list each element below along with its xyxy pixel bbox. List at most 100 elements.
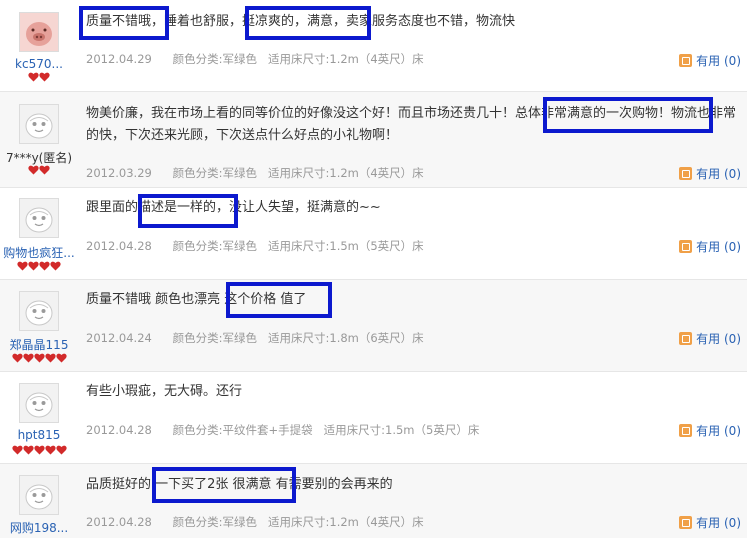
useful-button[interactable]: 有用 (0) bbox=[679, 238, 741, 255]
default-avatar[interactable] bbox=[19, 198, 59, 238]
review-text: 质量不错哦，睡着也舒服，挺凉爽的，满意，卖家服务态度也不错，物流快 bbox=[86, 14, 516, 29]
heart-icon bbox=[55, 353, 67, 363]
color-label: 颜色分类: bbox=[172, 331, 223, 345]
review-date: 2012.04.29 bbox=[86, 52, 152, 66]
review-meta: 2012.04.28 颜色分类:军绿色 适用床尺寸:1.5m（5英尺）床 bbox=[86, 238, 424, 254]
username[interactable]: 郑晶晶115 bbox=[0, 336, 78, 353]
useful-count: (0) bbox=[724, 54, 741, 68]
review-meta: 2012.04.29 颜色分类:军绿色 适用床尺寸:1.2m（4英尺）床 bbox=[86, 51, 424, 67]
size-label: 适用床尺寸: bbox=[268, 515, 330, 529]
review-text: 品质挺好的 一下买了2张 很满意 有需要别的会再来的 bbox=[86, 477, 393, 492]
reviewer: 7***y(匿名) bbox=[0, 92, 78, 188]
review-text: 质量不错哦 颜色也漂亮 这个价格 值了 bbox=[86, 292, 307, 307]
review-item: 7***y(匿名) 物美价廉，我在市场上看的同等价位的好像没这个好！而且市场还贵… bbox=[0, 92, 747, 188]
review-date: 2012.04.28 bbox=[86, 239, 152, 253]
heart-icon bbox=[22, 445, 34, 455]
useful-count: (0) bbox=[724, 240, 741, 254]
heart-icon bbox=[28, 261, 39, 271]
default-avatar[interactable] bbox=[19, 104, 59, 144]
useful-label: 有用 bbox=[696, 167, 721, 181]
useful-label: 有用 bbox=[696, 332, 721, 346]
heart-icon bbox=[28, 165, 39, 175]
color-label: 颜色分类: bbox=[172, 423, 223, 437]
reviewer: 网购198... bbox=[0, 464, 78, 538]
pig-avatar[interactable] bbox=[19, 12, 59, 52]
heart-icon bbox=[39, 261, 50, 271]
heart-icon bbox=[33, 353, 45, 363]
heart-icon bbox=[28, 72, 39, 82]
heart-icon bbox=[33, 445, 45, 455]
review-date: 2012.04.28 bbox=[86, 423, 152, 437]
color-label: 颜色分类: bbox=[172, 166, 223, 180]
review-meta: 2012.04.24 颜色分类:军绿色 适用床尺寸:1.8m（6英尺）床 bbox=[86, 330, 424, 346]
size-label: 适用床尺寸: bbox=[323, 423, 386, 437]
heart-icon bbox=[22, 353, 34, 363]
useful-button[interactable]: 有用 (0) bbox=[679, 165, 741, 182]
review-list: kc570... 质量不错哦，睡着也舒服，挺凉爽的，满意，卖家服务态度也不错，物… bbox=[0, 0, 747, 538]
useful-button[interactable]: 有用 (0) bbox=[679, 422, 741, 439]
heart-icon bbox=[44, 353, 56, 363]
useful-label: 有用 bbox=[696, 54, 721, 68]
review-text: 物美价廉，我在市场上看的同等价位的好像没这个好！而且市场还贵几十！总体非常满意的… bbox=[86, 106, 737, 143]
thumbs-up-icon bbox=[679, 424, 693, 437]
thumbs-up-icon bbox=[679, 332, 693, 345]
rating-hearts bbox=[0, 445, 78, 455]
size-label: 适用床尺寸: bbox=[268, 52, 330, 66]
color-label: 颜色分类: bbox=[172, 52, 223, 66]
heart-icon bbox=[11, 353, 23, 363]
heart-icon bbox=[17, 261, 28, 271]
review-meta: 2012.04.28 颜色分类:平纹件套+手提袋 适用床尺寸:1.5m（5英尺）… bbox=[86, 422, 479, 438]
default-avatar[interactable] bbox=[19, 475, 59, 515]
rating-hearts bbox=[0, 165, 78, 175]
review-date: 2012.04.28 bbox=[86, 515, 152, 529]
color-value: 军绿色 bbox=[222, 166, 258, 180]
review-date: 2012.04.24 bbox=[86, 331, 152, 345]
rating-hearts bbox=[0, 72, 78, 82]
color-value: 军绿色 bbox=[222, 331, 258, 345]
review-item: 购物也疯狂... 跟里面的描述是一样的，没让人失望，挺满意的~~ 2012.04… bbox=[0, 188, 747, 280]
review-meta: 2012.04.28 颜色分类:军绿色 适用床尺寸:1.2m（4英尺）床 bbox=[86, 514, 424, 530]
thumbs-up-icon bbox=[679, 516, 693, 529]
default-avatar[interactable] bbox=[19, 383, 59, 423]
size-value: 1.2m（4英尺）床 bbox=[329, 515, 424, 529]
useful-button[interactable]: 有用 (0) bbox=[679, 52, 741, 69]
color-value: 军绿色 bbox=[222, 515, 258, 529]
default-avatar[interactable] bbox=[19, 291, 59, 331]
color-value: 军绿色 bbox=[222, 52, 258, 66]
color-value: 军绿色 bbox=[222, 239, 258, 253]
review-item: 网购198... 品质挺好的 一下买了2张 很满意 有需要别的会再来的 2012… bbox=[0, 464, 747, 538]
username[interactable]: kc570... bbox=[0, 57, 78, 71]
heart-icon bbox=[44, 445, 56, 455]
reviewer: 郑晶晶115 bbox=[0, 280, 78, 372]
size-label: 适用床尺寸: bbox=[268, 239, 330, 253]
review-item: kc570... 质量不错哦，睡着也舒服，挺凉爽的，满意，卖家服务态度也不错，物… bbox=[0, 0, 747, 92]
useful-button[interactable]: 有用 (0) bbox=[679, 330, 741, 347]
thumbs-up-icon bbox=[679, 240, 693, 253]
heart-icon bbox=[39, 165, 50, 175]
reviewer: 购物也疯狂... bbox=[0, 188, 78, 280]
review-item: hpt815 有些小瑕疵，无大碍。还行 2012.04.28 颜色分类:平纹件套… bbox=[0, 372, 747, 464]
username[interactable]: 购物也疯狂... bbox=[0, 244, 78, 261]
heart-icon bbox=[50, 261, 61, 271]
review-meta: 2012.03.29 颜色分类:军绿色 适用床尺寸:1.2m（4英尺）床 bbox=[86, 165, 424, 181]
heart-icon bbox=[39, 72, 50, 82]
color-label: 颜色分类: bbox=[172, 515, 223, 529]
size-value: 1.5m（5英尺）床 bbox=[329, 239, 424, 253]
heart-icon bbox=[55, 445, 67, 455]
review-text: 有些小瑕疵，无大碍。还行 bbox=[86, 384, 243, 399]
rating-hearts bbox=[0, 261, 78, 271]
size-value: 1.2m（4英尺）床 bbox=[329, 166, 424, 180]
thumbs-up-icon bbox=[679, 54, 693, 67]
heart-icon bbox=[11, 445, 23, 455]
username[interactable]: hpt815 bbox=[0, 428, 78, 442]
size-value: 1.8m（6英尺）床 bbox=[329, 331, 424, 345]
size-value: 1.5m（5英尺）床 bbox=[385, 423, 480, 437]
size-label: 适用床尺寸: bbox=[268, 331, 330, 345]
useful-label: 有用 bbox=[696, 516, 721, 530]
color-label: 颜色分类: bbox=[172, 239, 223, 253]
useful-count: (0) bbox=[724, 424, 741, 438]
useful-button[interactable]: 有用 (0) bbox=[679, 514, 741, 531]
useful-count: (0) bbox=[724, 167, 741, 181]
useful-count: (0) bbox=[724, 332, 741, 346]
username[interactable]: 网购198... bbox=[0, 519, 78, 536]
